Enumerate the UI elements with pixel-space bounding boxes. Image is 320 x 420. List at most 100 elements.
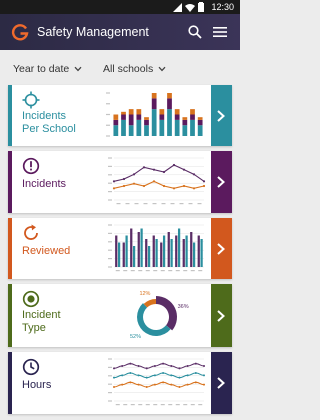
hours-chart	[108, 358, 205, 406]
search-icon[interactable]	[188, 25, 202, 39]
data-point	[145, 367, 148, 370]
bar	[155, 239, 158, 267]
data-point	[202, 184, 206, 188]
time-range-dropdown[interactable]: Year to date	[13, 63, 82, 75]
bar-segment	[167, 109, 172, 136]
card-incidents[interactable]: Incidents	[8, 151, 232, 213]
card-arrow-button[interactable]	[211, 284, 232, 347]
x-tick-label	[175, 270, 180, 272]
bar	[122, 242, 125, 267]
data-point	[203, 374, 205, 377]
bar-segment	[190, 119, 195, 136]
card-arrow-button[interactable]	[211, 151, 232, 213]
y-tick-label	[106, 135, 110, 137]
series-line	[113, 372, 205, 379]
data-point	[194, 381, 197, 384]
x-tick-label	[153, 404, 158, 406]
slice-label: 52%	[130, 334, 141, 340]
x-tick-label	[197, 203, 202, 205]
x-tick-label	[183, 404, 188, 406]
y-tick-label	[108, 366, 112, 368]
card-label: Incidents	[22, 178, 66, 191]
card-arrow-button[interactable]	[211, 352, 232, 414]
y-tick-label	[108, 241, 112, 243]
card-accent-stripe	[8, 151, 12, 213]
bar-segment	[174, 119, 180, 136]
data-point	[113, 386, 115, 388]
bar	[160, 242, 163, 267]
data-point	[178, 367, 181, 370]
x-tick-label	[145, 404, 150, 406]
clock-icon	[22, 358, 40, 376]
card-reviewed[interactable]: Reviewed	[8, 218, 232, 279]
data-point	[129, 362, 132, 365]
y-tick-label	[108, 157, 112, 159]
card-label-line: Incidents	[22, 178, 67, 190]
card-label-line: Reviewed	[22, 245, 71, 257]
x-tick-label	[190, 270, 195, 272]
filter-bar: Year to date All schools	[0, 50, 240, 84]
x-tick-label	[188, 203, 193, 205]
card-label: Incident Type	[22, 309, 61, 335]
x-tick-label	[168, 270, 173, 272]
data-point	[153, 383, 156, 386]
chevron-right-icon	[217, 242, 225, 255]
data-point	[170, 365, 173, 367]
data-point	[113, 367, 115, 370]
card-label: Hours	[22, 379, 51, 392]
y-tick-label	[108, 165, 112, 167]
y-tick-label	[106, 113, 110, 116]
card-label-line: Hours	[22, 379, 52, 391]
data-point	[178, 376, 181, 379]
bar-segment	[121, 119, 126, 136]
data-point	[137, 365, 140, 367]
y-tick-label	[108, 266, 112, 268]
school-dropdown[interactable]: All schools	[103, 63, 166, 75]
g-logo-icon	[11, 24, 29, 41]
chevron-right-icon	[217, 309, 225, 322]
bar	[140, 228, 143, 267]
data-point	[121, 374, 124, 377]
bar	[137, 232, 140, 267]
bar-segment	[121, 114, 126, 120]
bar-segment	[167, 93, 172, 99]
bar-segment	[182, 125, 188, 136]
school-value: All schools	[103, 63, 154, 75]
bar-segment	[136, 114, 142, 120]
chevron-right-icon	[217, 109, 225, 122]
chevron-right-icon	[217, 377, 225, 389]
x-tick-label	[115, 404, 120, 406]
data-point	[129, 372, 132, 374]
card-incident-type[interactable]: Incident Type 36% 52% 12%	[8, 284, 232, 347]
card-arrow-button[interactable]	[211, 218, 232, 279]
bar	[125, 235, 128, 267]
hamburger-menu-icon[interactable]	[212, 25, 228, 39]
data-point	[132, 173, 136, 176]
bar-segment	[182, 117, 188, 120]
bar-segment	[159, 119, 165, 136]
data-point	[137, 374, 140, 377]
x-tick-label	[198, 404, 203, 406]
card-incidents-per-school[interactable]: Incidents Per School	[8, 85, 232, 146]
data-point	[145, 386, 148, 388]
card-arrow-button[interactable]	[211, 85, 232, 146]
data-point	[137, 383, 140, 386]
bar	[167, 232, 170, 267]
y-tick-label	[108, 224, 112, 226]
bar	[197, 235, 200, 267]
card-hours[interactable]: Hours	[8, 352, 232, 414]
signal-icon	[173, 2, 182, 12]
x-tick-label	[138, 270, 143, 272]
bar-segment	[182, 119, 188, 126]
bar-segment	[197, 125, 203, 136]
data-point	[112, 180, 116, 183]
x-tick-label	[116, 203, 121, 205]
app-title: Safety Management	[37, 25, 149, 39]
bar-segment	[174, 109, 180, 115]
card-accent-stripe	[8, 85, 12, 146]
data-point	[182, 184, 186, 188]
bar-segment	[151, 93, 157, 99]
y-tick-label	[108, 358, 112, 360]
data-point	[152, 168, 156, 171]
y-tick-label	[108, 199, 112, 201]
